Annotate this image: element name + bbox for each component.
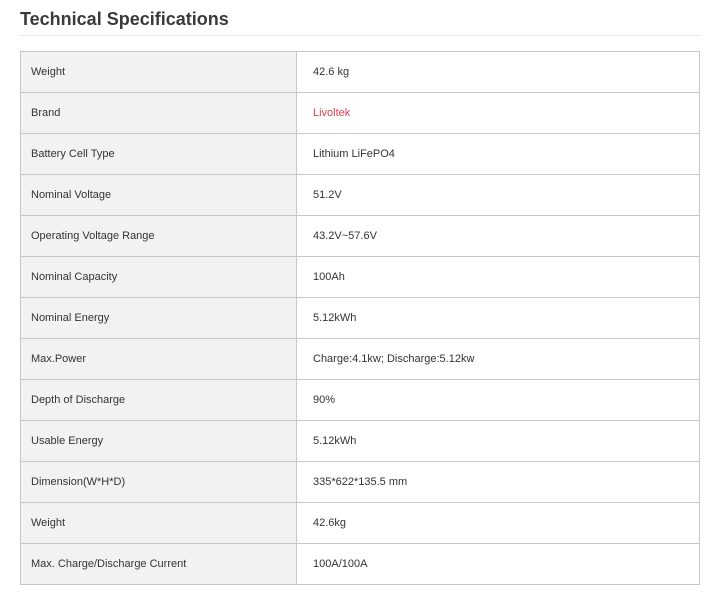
- title-divider: [20, 35, 700, 36]
- spec-label: Max.Power: [20, 338, 297, 380]
- spec-value: 90%: [296, 379, 700, 421]
- specifications-table-body: Weight 42.6 kg Brand Livoltek Battery Cell T…: [20, 51, 700, 585]
- spec-value: 5.12kWh: [296, 420, 700, 462]
- spec-row: Weight 42.6 kg: [20, 51, 700, 93]
- spec-row: Max.Power Charge:4.1kw; Discharge:5.12kw: [20, 338, 700, 380]
- spec-value: 43.2V~57.6V: [296, 215, 700, 257]
- spec-value: Lithium LiFePO4: [296, 133, 700, 175]
- spec-label: Weight: [20, 502, 297, 544]
- spec-label: Nominal Energy: [20, 297, 297, 339]
- spec-label: Max. Charge/Discharge Current: [20, 543, 297, 585]
- spec-value: 5.12kWh: [296, 297, 700, 339]
- spec-row: Nominal Capacity 100Ah: [20, 256, 700, 298]
- spec-label: Nominal Voltage: [20, 174, 297, 216]
- specifications-table: Weight 42.6 kg Brand Livoltek Battery Cell T…: [20, 51, 700, 585]
- spec-row: Nominal Energy 5.12kWh: [20, 297, 700, 339]
- spec-value: Charge:4.1kw; Discharge:5.12kw: [296, 338, 700, 380]
- spec-row: Dimension(W*H*D) 335*622*135.5 mm: [20, 461, 700, 503]
- spec-row: Usable Energy 5.12kWh: [20, 420, 700, 462]
- spec-label: Brand: [20, 92, 297, 134]
- spec-label: Battery Cell Type: [20, 133, 297, 175]
- spec-label: Weight: [20, 51, 297, 93]
- spec-row: Max. Charge/Discharge Current 100A/100A: [20, 543, 700, 585]
- spec-value: 335*622*135.5 mm: [296, 461, 700, 503]
- section-title: Technical Specifications: [20, 9, 229, 29]
- spec-label: Operating Voltage Range: [20, 215, 297, 257]
- spec-row: Brand Livoltek: [20, 92, 700, 134]
- spec-value: 100A/100A: [296, 543, 700, 585]
- spec-row: Battery Cell Type Lithium LiFePO4: [20, 133, 700, 175]
- spec-label: Usable Energy: [20, 420, 297, 462]
- spec-label: Dimension(W*H*D): [20, 461, 297, 503]
- spec-row: Operating Voltage Range 43.2V~57.6V: [20, 215, 700, 257]
- spec-value: 42.6kg: [296, 502, 700, 544]
- spec-row: Weight 42.6kg: [20, 502, 700, 544]
- spec-label: Nominal Capacity: [20, 256, 297, 298]
- spec-value: 100Ah: [296, 256, 700, 298]
- spec-row: Nominal Voltage 51.2V: [20, 174, 700, 216]
- spec-value: 51.2V: [296, 174, 700, 216]
- spec-row: Depth of Discharge 90%: [20, 379, 700, 421]
- brand-link[interactable]: Livoltek: [296, 92, 700, 134]
- spec-label: Depth of Discharge: [20, 379, 297, 421]
- spec-value: 42.6 kg: [296, 51, 700, 93]
